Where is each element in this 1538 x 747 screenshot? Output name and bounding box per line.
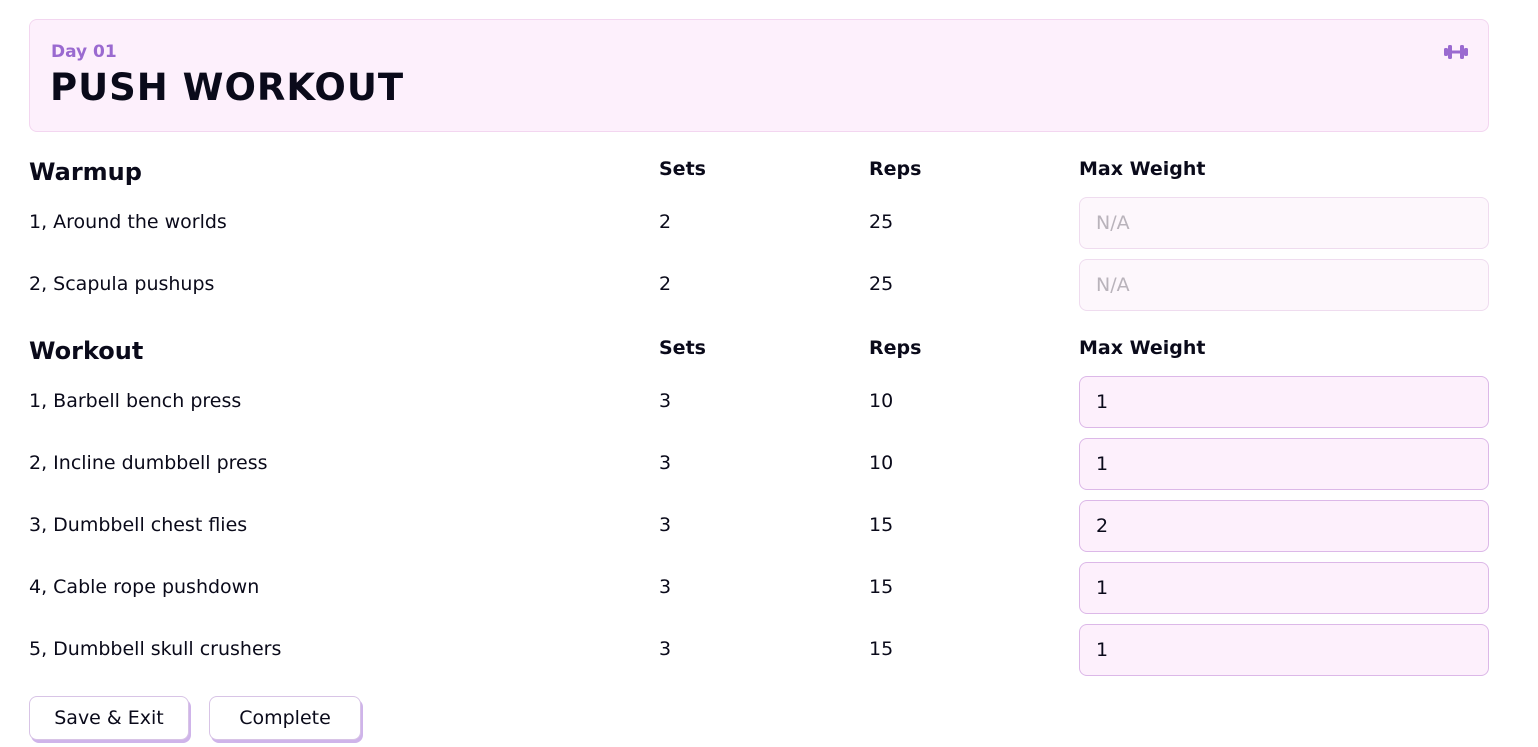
max-weight-input[interactable] [1079, 197, 1489, 249]
column-header-reps: Reps [869, 158, 922, 180]
exercise-name: 2, Scapula pushups [29, 273, 215, 295]
exercise-reps: 25 [869, 273, 894, 295]
max-weight-input[interactable] [1079, 624, 1489, 676]
max-weight-input[interactable] [1079, 438, 1489, 490]
day-label: Day 01 [51, 42, 117, 62]
column-header-reps: Reps [869, 337, 922, 359]
max-weight-input[interactable] [1079, 259, 1489, 311]
section-title-workout: Workout [29, 337, 144, 365]
exercise-row: 1, Around the worlds 2 25 [29, 197, 1489, 249]
dumbbell-icon [1444, 45, 1468, 59]
max-weight-input[interactable] [1079, 500, 1489, 552]
column-header-max-weight: Max Weight [1079, 158, 1206, 180]
exercise-name: 5, Dumbbell skull crushers [29, 638, 282, 660]
exercise-name: 3, Dumbbell chest flies [29, 514, 248, 536]
exercise-reps: 15 [869, 514, 894, 536]
column-header-sets: Sets [659, 158, 706, 180]
exercise-row: 1, Barbell bench press 3 10 [29, 376, 1489, 428]
exercise-reps: 25 [869, 211, 894, 233]
exercise-reps: 15 [869, 638, 894, 660]
exercise-row: 3, Dumbbell chest flies 3 15 [29, 500, 1489, 552]
workout-header-card: Day 01 PUSH WORKOUT [29, 19, 1489, 132]
save-exit-button[interactable]: Save & Exit [29, 696, 189, 740]
max-weight-input[interactable] [1079, 376, 1489, 428]
exercise-reps: 10 [869, 390, 894, 412]
complete-button[interactable]: Complete [209, 696, 361, 740]
exercise-sets: 3 [659, 514, 672, 536]
workout-header-row: Workout Sets Reps Max Weight [29, 327, 1489, 379]
exercise-sets: 3 [659, 638, 672, 660]
exercise-reps: 15 [869, 576, 894, 598]
page-title: PUSH WORKOUT [50, 66, 405, 109]
column-header-sets: Sets [659, 337, 706, 359]
warmup-header-row: Warmup Sets Reps Max Weight [29, 148, 1489, 200]
exercise-reps: 10 [869, 452, 894, 474]
exercise-name: 2, Incline dumbbell press [29, 452, 268, 474]
exercise-row: 4, Cable rope pushdown 3 15 [29, 562, 1489, 614]
exercise-row: 5, Dumbbell skull crushers 3 15 [29, 624, 1489, 676]
exercise-name: 1, Barbell bench press [29, 390, 242, 412]
exercise-sets: 3 [659, 576, 672, 598]
exercise-name: 1, Around the worlds [29, 211, 227, 233]
max-weight-input[interactable] [1079, 562, 1489, 614]
section-title-warmup: Warmup [29, 158, 142, 186]
column-header-max-weight: Max Weight [1079, 337, 1206, 359]
exercise-sets: 2 [659, 273, 672, 295]
exercise-sets: 2 [659, 211, 672, 233]
exercise-sets: 3 [659, 390, 672, 412]
exercise-sets: 3 [659, 452, 672, 474]
exercise-row: 2, Scapula pushups 2 25 [29, 259, 1489, 311]
exercise-name: 4, Cable rope pushdown [29, 576, 260, 598]
exercise-row: 2, Incline dumbbell press 3 10 [29, 438, 1489, 490]
